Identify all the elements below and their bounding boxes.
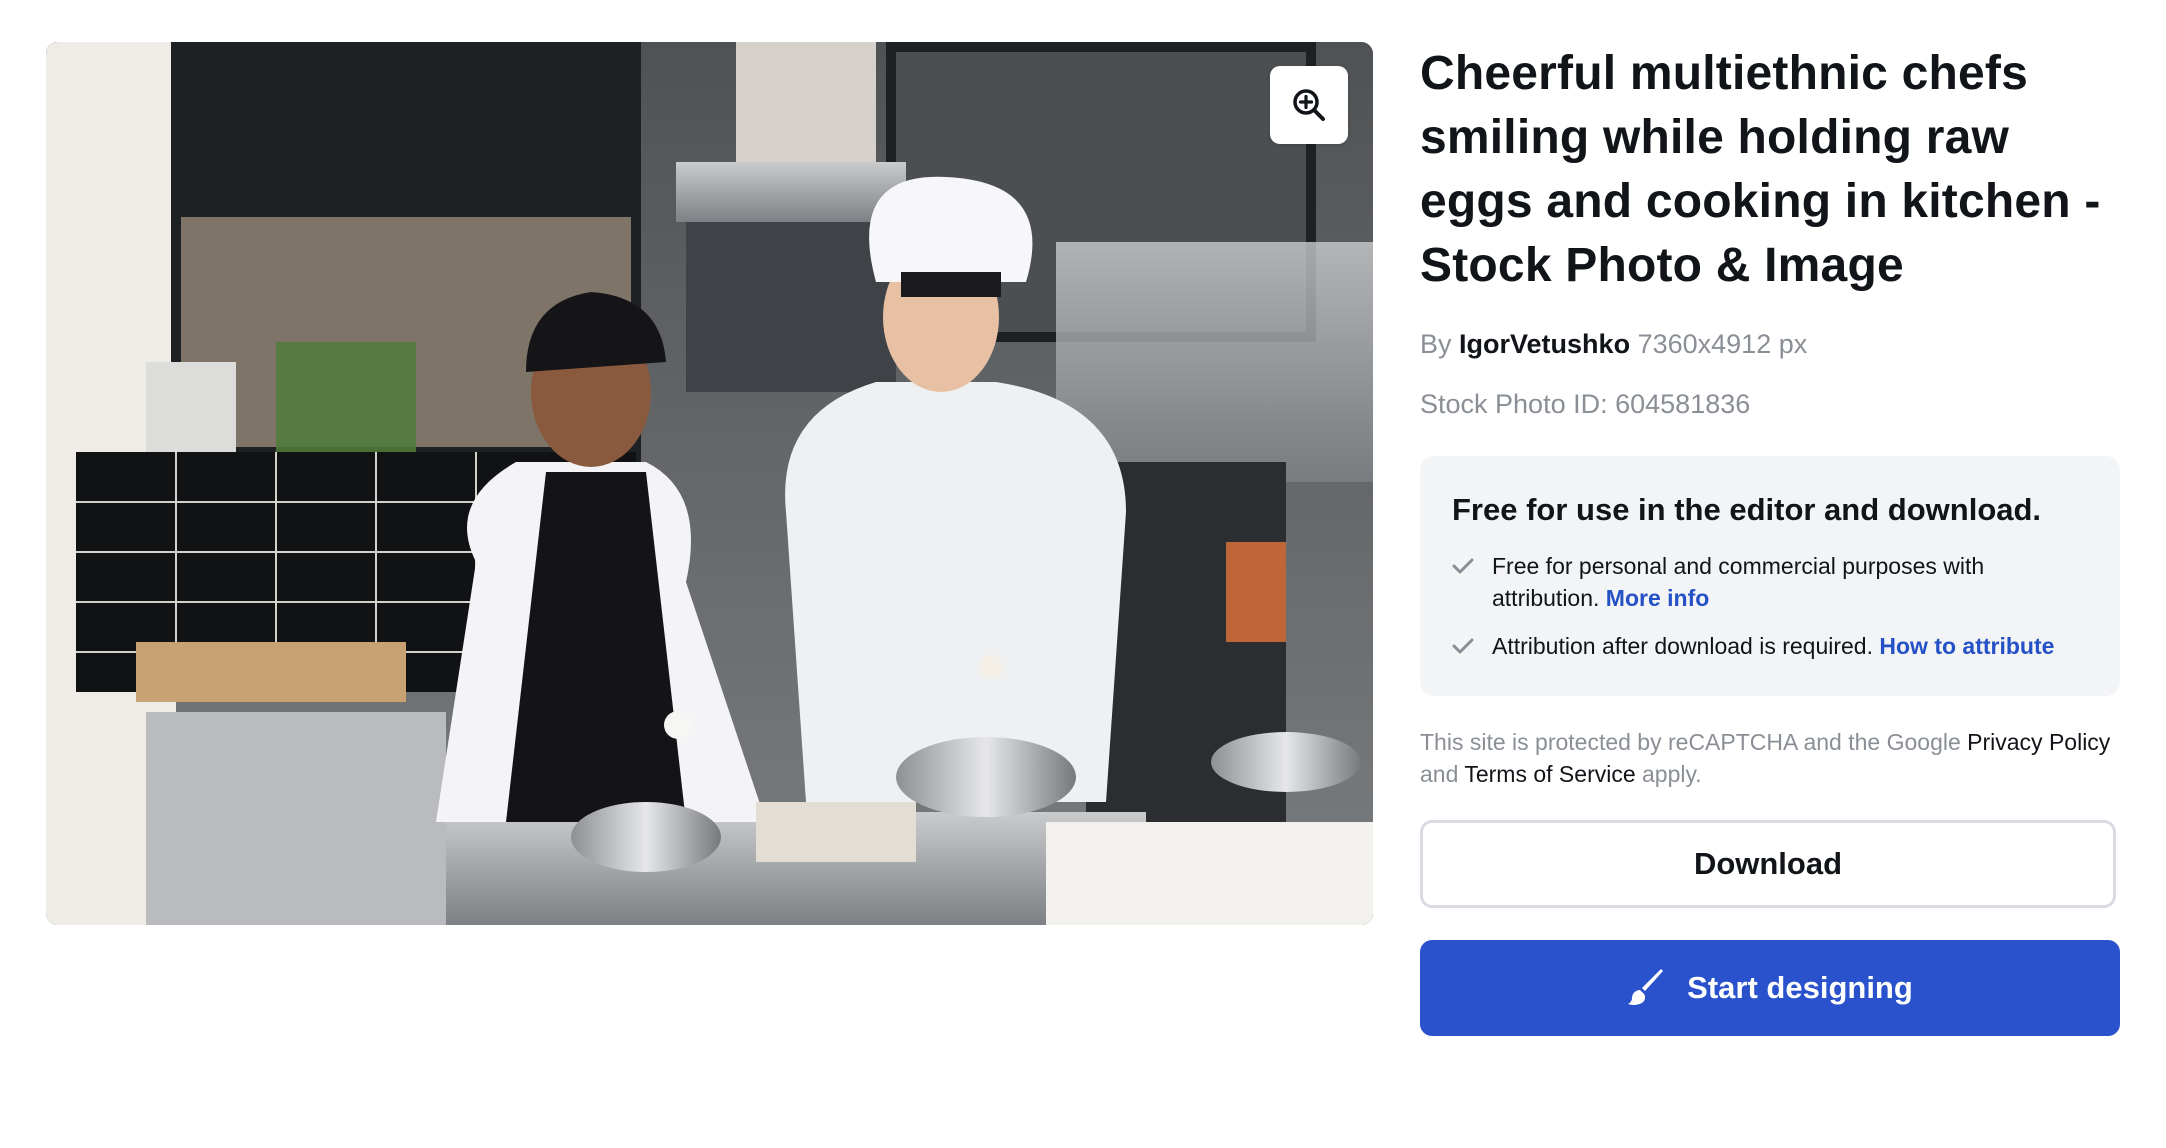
license-item-text: Free for personal and commercial purpose… (1492, 553, 1985, 611)
license-item: Free for personal and commercial purpose… (1452, 550, 2088, 614)
author-line: By IgorVetushko 7360x4912 px (1420, 326, 2120, 362)
license-item-text: Attribution after download is required. … (1492, 633, 2055, 659)
more-info-link[interactable]: More info (1606, 585, 1710, 611)
start-designing-button[interactable]: Start designing (1420, 940, 2120, 1036)
stock-id-line: Stock Photo ID: 604581836 (1420, 386, 2120, 422)
recaptcha-notice: This site is protected by reCAPTCHA and … (1420, 729, 2111, 787)
author-name[interactable]: IgorVetushko (1459, 329, 1630, 359)
image-dimensions: 7360x4912 px (1637, 329, 1808, 359)
by-label: By (1420, 329, 1452, 359)
download-button-label: Download (1693, 846, 1843, 881)
detail-panel: Cheerful multiethnic chefs smiling while… (1420, 42, 2120, 1036)
how-to-attribute-link[interactable]: How to attribute (1879, 633, 2054, 659)
zoom-button[interactable] (1270, 66, 1348, 144)
license-item: Attribution after download is required. … (1452, 630, 2088, 662)
stock-photo[interactable] (46, 42, 1373, 925)
zoom-in-icon (1293, 89, 1325, 121)
terms-of-service-link[interactable]: Terms of Service (1464, 761, 1635, 787)
license-heading: Free for use in the editor and download. (1452, 492, 2042, 527)
download-button[interactable]: Download (1420, 820, 2116, 908)
check-icon (1452, 630, 1476, 662)
page-title: Cheerful multiethnic chefs smiling while… (1420, 47, 2101, 292)
start-designing-label: Start designing (1687, 970, 1913, 1005)
stock-id-label: Stock Photo ID: (1420, 389, 1608, 419)
brush-icon (1627, 968, 1667, 1008)
license-box: Free for use in the editor and download.… (1420, 456, 2120, 696)
check-icon (1452, 550, 1476, 582)
privacy-policy-link[interactable]: Privacy Policy (1967, 729, 2110, 755)
stock-id-value: 604581836 (1615, 389, 1751, 419)
photo-illustration (46, 42, 1373, 925)
